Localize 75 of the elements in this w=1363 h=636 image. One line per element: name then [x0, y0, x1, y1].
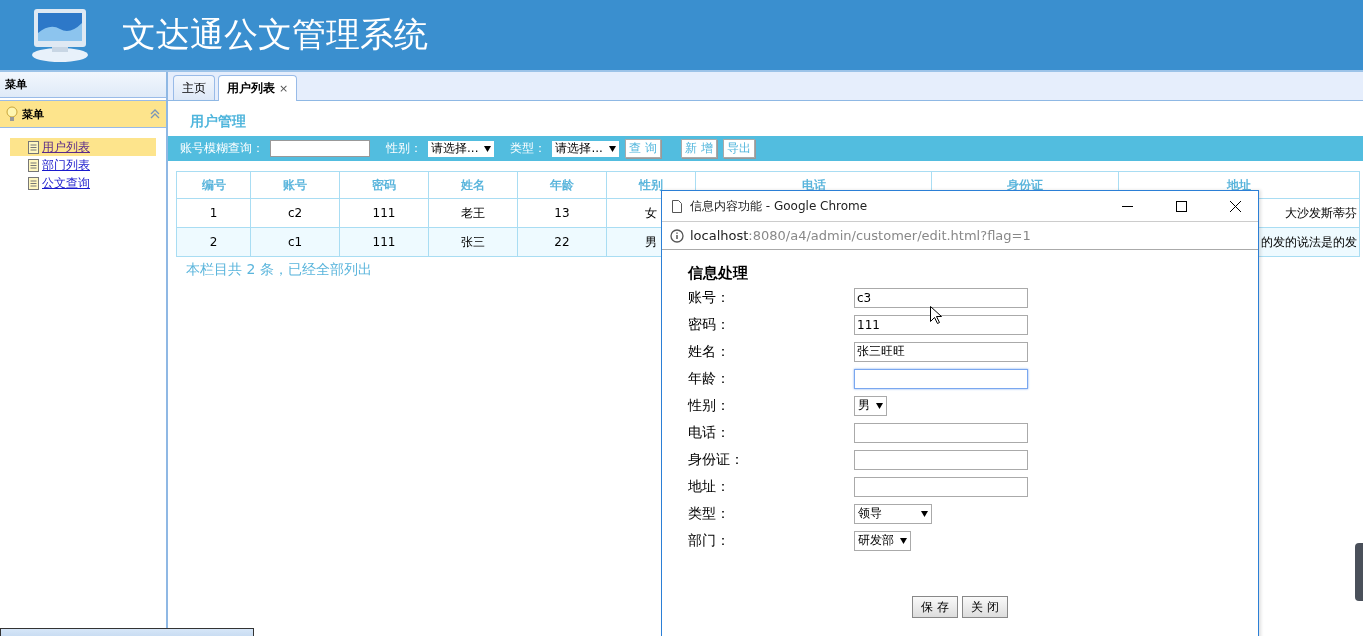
input-field[interactable]: 张三旺旺 — [854, 341, 1028, 362]
caret-icon — [608, 145, 616, 152]
lightbulb-icon — [6, 106, 18, 122]
input-field[interactable] — [854, 368, 1028, 389]
tab[interactable]: 用户列表 × — [218, 75, 298, 101]
menu-link[interactable]: 公文查询 — [42, 174, 90, 192]
input-field[interactable]: c3 — [854, 287, 1028, 308]
field-label: 密码： — [688, 315, 731, 334]
type-label: 类型： — [510, 140, 547, 157]
sidebar-item[interactable]: 部门列表 — [10, 156, 156, 174]
tab[interactable]: 主页 — [173, 75, 215, 100]
column-header: 密码 — [339, 171, 429, 199]
search-field[interactable] — [270, 140, 370, 157]
input-field[interactable]: 111 — [854, 314, 1028, 335]
caret-icon — [900, 537, 907, 544]
table-cell: 111 — [339, 198, 429, 228]
table-cell: c1 — [250, 227, 340, 257]
field-label: 电话： — [688, 423, 731, 442]
gender-label: 性别： — [386, 140, 422, 157]
sidebar-title: 菜单 — [0, 72, 166, 98]
caret-icon — [921, 510, 928, 517]
column-header: 账号 — [250, 171, 340, 199]
field-label: 地址： — [688, 477, 731, 496]
form-heading: 信息处理 — [688, 264, 749, 284]
maximize-icon — [1175, 200, 1187, 212]
column-header: 编号 — [176, 171, 251, 199]
table-cell: 22 — [517, 227, 607, 257]
form-button[interactable]: 关 闭 — [962, 596, 1008, 618]
info-icon — [670, 228, 684, 243]
field-label: 性别： — [688, 396, 731, 415]
document-icon — [28, 158, 39, 172]
select-field[interactable]: 男 — [854, 395, 887, 416]
table-cell: 张三 — [428, 227, 518, 257]
sidebar-item[interactable]: 用户列表 — [10, 138, 156, 156]
field-label: 账号： — [688, 288, 731, 307]
menu-link[interactable]: 部门列表 — [42, 156, 90, 174]
select-field[interactable]: 领导 — [854, 503, 932, 524]
field-label: 年龄： — [688, 369, 731, 388]
document-icon — [28, 140, 39, 154]
search-label: 账号模糊查询： — [180, 140, 264, 157]
input-field[interactable] — [854, 422, 1028, 443]
app-title: 文达通公文管理系统 — [122, 13, 428, 56]
input-field[interactable] — [854, 476, 1028, 497]
field-label: 姓名： — [688, 342, 731, 361]
sidebar-item[interactable]: 公文查询 — [10, 174, 156, 192]
table-footer: 本栏目共 2 条，已经全部列出 — [186, 261, 372, 279]
collapse-icon[interactable] — [150, 109, 160, 119]
table-cell: c2 — [250, 198, 340, 228]
page-title: 用户管理 — [189, 112, 247, 131]
caret-icon — [484, 145, 492, 152]
table-cell: 2 — [176, 227, 251, 257]
computer-logo-icon — [30, 7, 90, 63]
gender-select[interactable]: 请选择... — [428, 140, 495, 157]
caret-icon — [876, 402, 883, 409]
field-label: 类型： — [688, 504, 731, 523]
select-field[interactable]: 研发部 — [854, 530, 911, 551]
table-cell: 1 — [176, 198, 251, 228]
column-header: 年龄 — [517, 171, 607, 199]
input-field[interactable] — [854, 449, 1028, 470]
close-icon[interactable]: × — [279, 82, 289, 95]
field-label: 身份证： — [688, 450, 745, 469]
type-select[interactable]: 请选择... — [552, 140, 619, 157]
table-cell: 老王 — [428, 198, 518, 228]
document-icon — [28, 176, 39, 190]
table-cell: 111 — [339, 227, 429, 257]
menu-panel-header[interactable]: 菜单 — [0, 100, 166, 128]
cursor-icon — [930, 306, 942, 324]
column-header: 姓名 — [428, 171, 518, 199]
table-cell: 13 — [517, 198, 607, 228]
form-button[interactable]: 保 存 — [912, 596, 958, 618]
page-icon — [672, 199, 682, 213]
close-icon — [1229, 200, 1241, 212]
menu-link[interactable]: 用户列表 — [42, 138, 90, 156]
field-label: 部门： — [688, 531, 731, 550]
level-meter-icon — [1355, 543, 1363, 601]
